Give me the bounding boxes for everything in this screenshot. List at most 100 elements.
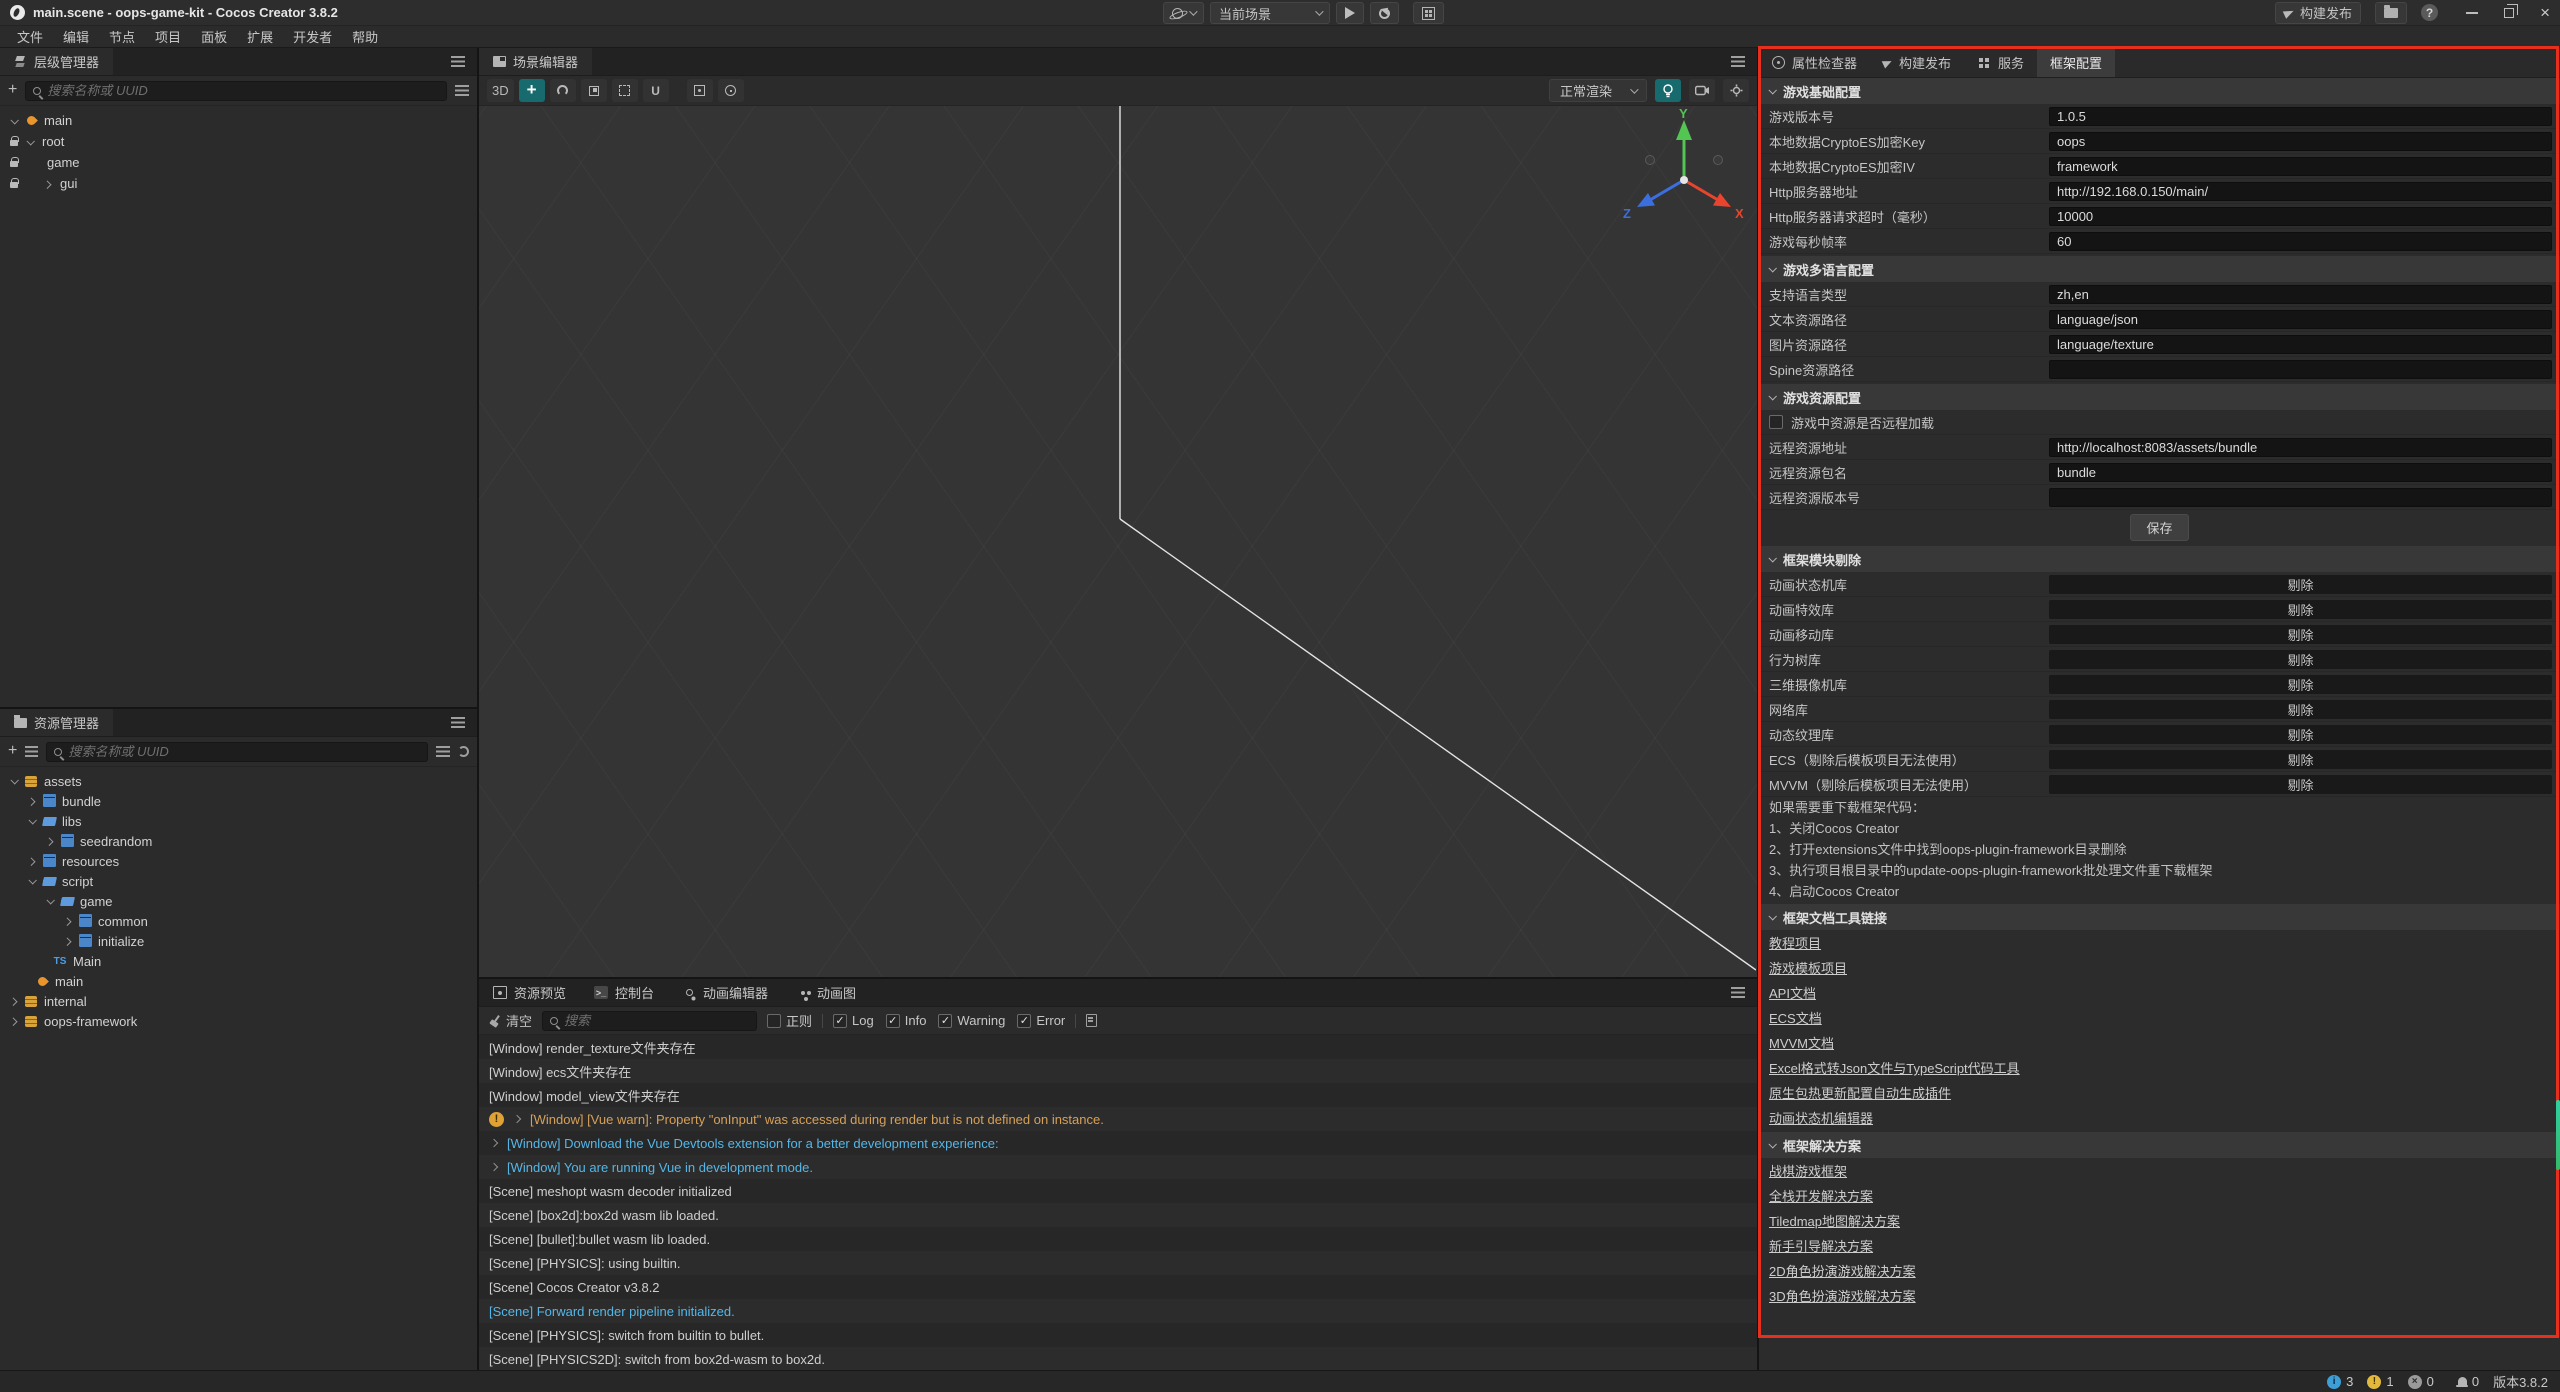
- checkbox-checked[interactable]: [833, 1014, 847, 1028]
- asset-node-row[interactable]: resources: [0, 851, 477, 871]
- minimize-button[interactable]: [2466, 12, 2478, 14]
- expand-arrow-icon[interactable]: [42, 838, 58, 844]
- menu-item[interactable]: 面板: [192, 26, 236, 47]
- build-publish-button[interactable]: 构建发布: [2275, 2, 2361, 24]
- expand-arrow-icon[interactable]: [6, 118, 22, 124]
- section-header-docs[interactable]: 框架文档工具链接: [1759, 904, 2560, 930]
- log-filter-checkbox[interactable]: Warning: [938, 1013, 1005, 1028]
- orientation-gizmo[interactable]: Y X Z: [1619, 108, 1749, 238]
- info-count[interactable]: i 3: [2327, 1374, 2353, 1389]
- field-input[interactable]: [2049, 182, 2552, 201]
- remove-module-button[interactable]: 剔除: [2049, 600, 2552, 619]
- console-panel-menu-button[interactable]: [1719, 979, 1757, 1006]
- console-log-row[interactable]: ! [Window] render_texture文件夹存在: [479, 1035, 1757, 1059]
- field-input[interactable]: [2049, 488, 2552, 507]
- console-log-row[interactable]: ! [Scene] [PHYSICS]: switch from builtin…: [479, 1323, 1757, 1347]
- console-searchbox[interactable]: [542, 1011, 757, 1031]
- console-log-row[interactable]: ! [Window] Download the Vue Devtools ext…: [479, 1131, 1757, 1155]
- console-log-row[interactable]: ! [Scene] [box2d]:box2d wasm lib loaded.: [479, 1203, 1757, 1227]
- field-input[interactable]: [2049, 335, 2552, 354]
- section-header-solutions[interactable]: 框架解决方案: [1759, 1132, 2560, 1158]
- inspector-tab[interactable]: 服务: [1964, 48, 2037, 77]
- asset-node-row[interactable]: oops-framework: [0, 1011, 477, 1031]
- remove-module-button[interactable]: 剔除: [2049, 700, 2552, 719]
- menu-item[interactable]: 开发者: [284, 26, 341, 47]
- preview-qr-button[interactable]: [1413, 2, 1444, 24]
- inspector-tab[interactable]: 构建发布: [1870, 48, 1964, 77]
- save-button[interactable]: 保存: [2130, 514, 2188, 541]
- hierarchy-search-input[interactable]: [47, 83, 439, 98]
- asset-node-row[interactable]: script: [0, 871, 477, 891]
- console-log-row[interactable]: ! [Window] ecs文件夹存在: [479, 1059, 1757, 1083]
- field-input[interactable]: [2049, 360, 2552, 379]
- remove-module-button[interactable]: 剔除: [2049, 625, 2552, 644]
- solution-link[interactable]: 3D角色扮演游戏解决方案: [1769, 1286, 1916, 1305]
- doc-link[interactable]: 教程项目: [1769, 933, 1821, 952]
- asset-node-row[interactable]: assets: [0, 771, 477, 791]
- expand-arrow-icon[interactable]: [6, 778, 22, 784]
- solution-link[interactable]: 战棋游戏框架: [1769, 1161, 1847, 1180]
- hierarchy-node-row[interactable]: root: [0, 131, 477, 152]
- hierarchy-node-row[interactable]: main: [0, 110, 477, 131]
- rotate-tool-button[interactable]: [550, 79, 576, 102]
- expand-arrow-icon[interactable]: [22, 139, 38, 145]
- inspector-tab[interactable]: 属性检查器: [1759, 48, 1870, 77]
- doc-link[interactable]: 动画状态机编辑器: [1769, 1108, 1873, 1127]
- notification-count[interactable]: 0: [2458, 1374, 2479, 1389]
- log-expand-chevron-icon[interactable]: [490, 1163, 498, 1171]
- console-search-input[interactable]: [564, 1013, 749, 1028]
- lighting-toggle-button[interactable]: [1655, 79, 1681, 102]
- tab-scene-editor[interactable]: 场景编辑器: [479, 48, 592, 75]
- field-input[interactable]: [2049, 107, 2552, 126]
- solution-link[interactable]: Tiledmap地图解决方案: [1769, 1211, 1900, 1230]
- checkbox-checked[interactable]: [1017, 1014, 1031, 1028]
- expand-arrow-icon[interactable]: [24, 818, 40, 824]
- asset-node-row[interactable]: bundle: [0, 791, 477, 811]
- clear-console-button[interactable]: 清空: [489, 1011, 532, 1030]
- field-input[interactable]: [2049, 132, 2552, 151]
- checkbox-checked[interactable]: [938, 1014, 952, 1028]
- field-input[interactable]: [2049, 463, 2552, 482]
- menu-item[interactable]: 项目: [146, 26, 190, 47]
- inspector-tab[interactable]: 框架配置: [2037, 48, 2115, 77]
- solution-link[interactable]: 全栈开发解决方案: [1769, 1186, 1873, 1205]
- menu-item[interactable]: 扩展: [238, 26, 282, 47]
- error-count[interactable]: × 0: [2408, 1374, 2434, 1389]
- checkbox-unchecked[interactable]: [767, 1014, 781, 1028]
- tab-assets[interactable]: 资源管理器: [0, 709, 113, 736]
- solution-link[interactable]: 新手引导解决方案: [1769, 1236, 1873, 1255]
- move-tool-button[interactable]: [519, 79, 545, 102]
- hierarchy-node-row[interactable]: game: [0, 152, 477, 173]
- hierarchy-filter-button[interactable]: [455, 85, 469, 96]
- section-header-language[interactable]: 游戏多语言配置: [1759, 256, 2560, 282]
- create-node-button[interactable]: +: [8, 83, 17, 97]
- menu-item[interactable]: 节点: [100, 26, 144, 47]
- asset-node-row[interactable]: internal: [0, 991, 477, 1011]
- doc-link[interactable]: MVVM文档: [1769, 1033, 1834, 1052]
- expand-arrow-icon[interactable]: [24, 798, 40, 804]
- asset-node-row[interactable]: common: [0, 911, 477, 931]
- console-log-row[interactable]: ! [Scene] Forward render pipeline initia…: [479, 1299, 1757, 1323]
- console-tab[interactable]: 资源预览: [479, 979, 580, 1006]
- console-tab[interactable]: 动画编辑器: [668, 979, 782, 1006]
- field-input[interactable]: [2049, 207, 2552, 226]
- remove-module-button[interactable]: 剔除: [2049, 675, 2552, 694]
- anchor-tool-button[interactable]: [643, 79, 669, 102]
- asset-node-row[interactable]: game: [0, 891, 477, 911]
- checkbox-checked[interactable]: [886, 1014, 900, 1028]
- hierarchy-panel-menu-button[interactable]: [439, 48, 477, 75]
- asset-node-row[interactable]: seedrandom: [0, 831, 477, 851]
- console-log-row[interactable]: ! [Scene] Cocos Creator v3.8.2: [479, 1275, 1757, 1299]
- scale-tool-button[interactable]: [581, 79, 607, 102]
- console-tab[interactable]: 控制台: [580, 979, 668, 1006]
- doc-link[interactable]: Excel格式转Json文件与TypeScript代码工具: [1769, 1058, 2020, 1077]
- remove-module-button[interactable]: 剔除: [2049, 775, 2552, 794]
- rotation-snap-button[interactable]: [718, 79, 744, 102]
- console-log-row[interactable]: ! [Window] model_view文件夹存在: [479, 1083, 1757, 1107]
- expand-arrow-icon[interactable]: [42, 898, 58, 904]
- doc-link[interactable]: 原生包热更新配置自动生成插件: [1769, 1083, 1951, 1102]
- tab-hierarchy[interactable]: 层级管理器: [0, 48, 113, 75]
- field-input[interactable]: [2049, 157, 2552, 176]
- scene-select-dropdown[interactable]: 当前场景: [1210, 2, 1330, 24]
- doc-link[interactable]: ECS文档: [1769, 1008, 1822, 1027]
